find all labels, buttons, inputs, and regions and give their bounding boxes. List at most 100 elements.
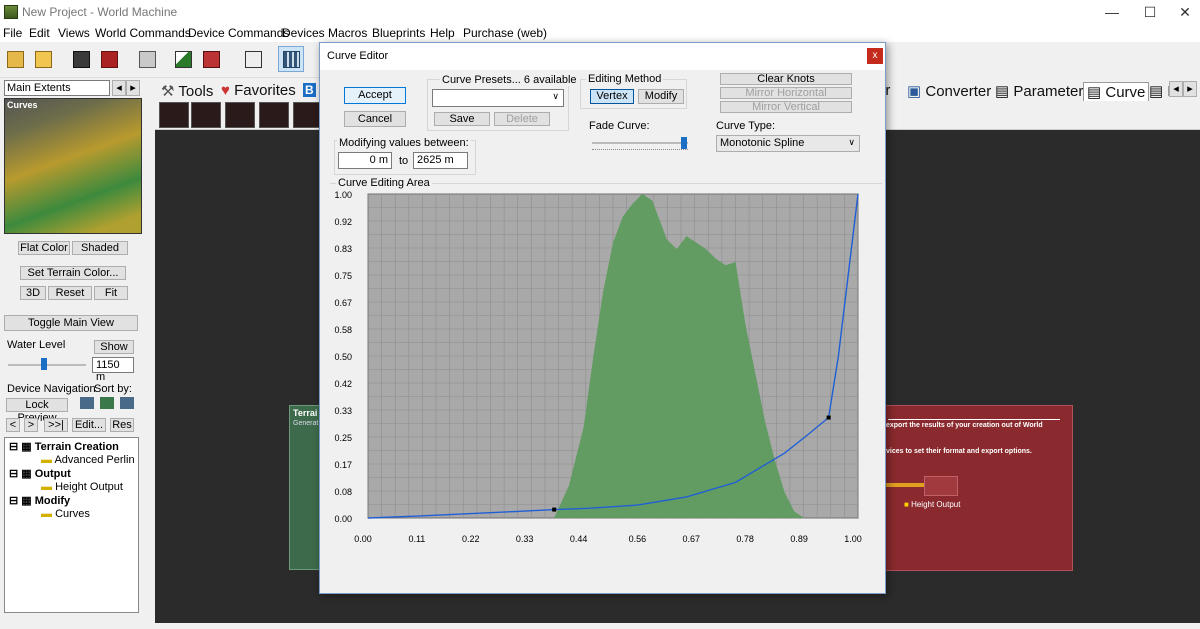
vertex-mode-button[interactable]: Vertex [590, 89, 634, 104]
nav-next-button[interactable]: > [24, 418, 38, 432]
toggle-main-view-button[interactable]: Toggle Main View [4, 315, 138, 331]
extents-select[interactable]: Main Extents [4, 80, 110, 96]
sort-type-icon[interactable] [100, 397, 114, 409]
render-button[interactable] [198, 46, 224, 72]
clear-knots-button[interactable]: Clear Knots [720, 73, 852, 85]
mountain-icon [175, 51, 192, 68]
curve-knot [552, 507, 557, 512]
lock-preview-button[interactable]: Lock Preview [6, 398, 68, 424]
from-value-input[interactable]: 0 m [338, 152, 392, 169]
close-window-button[interactable]: ✕ [1165, 2, 1200, 22]
tree-item-curves[interactable]: ▬ Curves [41, 508, 90, 520]
curve-type-select[interactable]: Monotonic Spline ∨ [716, 135, 860, 152]
curve-editing-chart[interactable]: 1.00 0.92 0.83 0.75 0.67 0.58 0.50 0.42 0.33 0.25… [330, 186, 880, 546]
modify-mode-button[interactable]: Modify [638, 89, 684, 104]
flat-color-button[interactable]: Flat Color [18, 241, 70, 255]
nav-last-button[interactable]: >>| [44, 418, 68, 432]
sort-list-icon[interactable] [80, 397, 94, 409]
terrain-preview[interactable]: Curves [4, 98, 142, 234]
dialog-close-button[interactable]: x [867, 48, 883, 64]
to-value-input[interactable]: 2625 m [413, 152, 468, 169]
save-project-button[interactable] [68, 46, 94, 72]
random-seed-button[interactable] [240, 46, 266, 72]
menu-devices[interactable]: Devices [282, 26, 325, 40]
maximize-button[interactable]: ☐ [1130, 2, 1170, 22]
tab-curve[interactable]: ▤ Curve [1083, 82, 1150, 101]
build-button[interactable] [134, 46, 160, 72]
left-panel: Main Extents ◂ ▸ Curves Flat Color Shade… [0, 78, 148, 623]
tree-item-height-output[interactable]: ▬ Height Output [41, 481, 123, 493]
output-group-text-2: vices to set their format and export opt… [886, 448, 1032, 455]
menu-file[interactable]: File [3, 26, 22, 40]
tree-group-modify[interactable]: ⊟ ▦ Modify [9, 494, 70, 507]
x-tick-label: 0.56 [629, 534, 647, 544]
output-group[interactable]: export the results of your creation out … [885, 405, 1073, 571]
tab-b[interactable]: B [303, 83, 316, 97]
menu-device-commands[interactable]: Device Commands [188, 26, 289, 40]
tree-group-label: Modify [34, 495, 71, 507]
mirror-horizontal-button[interactable]: Mirror Horizontal [720, 87, 852, 99]
device-thumb-1[interactable] [159, 102, 189, 128]
device-thumb-4[interactable] [259, 102, 289, 128]
new-project-button[interactable] [2, 46, 28, 72]
tabs-scroll-left[interactable]: ◂ [1169, 81, 1183, 97]
y-tick-label: 0.83 [334, 244, 352, 254]
menu-views[interactable]: Views [58, 26, 90, 40]
export-button[interactable] [96, 46, 122, 72]
nav-prev-button[interactable]: < [6, 418, 20, 432]
tree-item-advanced-perlin[interactable]: ▬ Advanced Perlin [41, 454, 135, 466]
height-output-node[interactable] [924, 476, 958, 496]
device-icon: ▬ [41, 481, 52, 493]
device-thumb-3[interactable] [225, 102, 255, 128]
fit-view-button[interactable]: Fit [94, 286, 128, 300]
y-tick-label: 0.25 [334, 433, 352, 443]
layout-view-button[interactable] [278, 46, 304, 72]
menu-edit[interactable]: Edit [29, 26, 50, 40]
build-icon [139, 51, 156, 68]
tree-group-output[interactable]: ⊟ ▦ Output [9, 467, 71, 480]
tabs-scroll-right[interactable]: ▸ [1183, 81, 1197, 97]
tab-tools[interactable]: ⚒ Tools [161, 82, 213, 100]
cancel-button[interactable]: Cancel [344, 111, 406, 127]
reset-view-button[interactable]: Reset [48, 286, 92, 300]
menu-purchase[interactable]: Purchase (web) [463, 26, 547, 40]
tab-favorites[interactable]: ♥ Favorites [221, 82, 296, 99]
output-port-icon: ■ [904, 500, 909, 509]
x-tick-label: 0.78 [736, 534, 754, 544]
curve-presets-select[interactable]: ∨ [432, 89, 564, 107]
3d-view-button[interactable]: 3D [20, 286, 46, 300]
sort-by-label: Sort by: [94, 383, 132, 395]
editing-method-label: Editing Method [586, 73, 664, 85]
extents-prev-button[interactable]: ◂ [112, 80, 126, 96]
water-level-thumb[interactable] [41, 358, 47, 370]
menu-blueprints[interactable]: Blueprints [372, 26, 425, 40]
mirror-vertical-button[interactable]: Mirror Vertical [720, 101, 852, 113]
set-terrain-color-button[interactable]: Set Terrain Color... [20, 266, 126, 280]
output-group-divider [888, 419, 1060, 420]
device-thumb-2[interactable] [191, 102, 221, 128]
edit-device-button[interactable]: Edit... [72, 418, 106, 432]
save-preset-button[interactable]: Save [434, 112, 490, 126]
fade-curve-thumb[interactable] [681, 137, 687, 149]
water-level-slider[interactable] [8, 364, 86, 366]
fade-curve-slider[interactable] [592, 142, 688, 144]
x-tick-label: 0.00 [354, 534, 372, 544]
minimize-button[interactable]: — [1092, 2, 1132, 22]
shaded-button[interactable]: Shaded [72, 241, 128, 255]
accept-button[interactable]: Accept [344, 87, 406, 104]
show-water-button[interactable]: Show [94, 340, 134, 354]
x-tick-label: 0.89 [790, 534, 808, 544]
res-button[interactable]: Res [110, 418, 134, 432]
sort-name-icon[interactable] [120, 397, 134, 409]
terrain-view-button[interactable] [170, 46, 196, 72]
tab-parameter[interactable]: ▤ Parameter [995, 82, 1083, 100]
menu-world-commands[interactable]: World Commands [95, 26, 191, 40]
delete-preset-button[interactable]: Delete [494, 112, 550, 126]
water-level-input[interactable]: 1150 m [92, 357, 134, 383]
tree-group-terrain-creation[interactable]: ⊟ ▦ Terrain Creation [9, 440, 119, 453]
tab-converter[interactable]: ▣ Converter [907, 82, 991, 100]
open-project-button[interactable] [30, 46, 56, 72]
extents-next-button[interactable]: ▸ [126, 80, 140, 96]
menu-help[interactable]: Help [430, 26, 455, 40]
menu-macros[interactable]: Macros [328, 26, 367, 40]
